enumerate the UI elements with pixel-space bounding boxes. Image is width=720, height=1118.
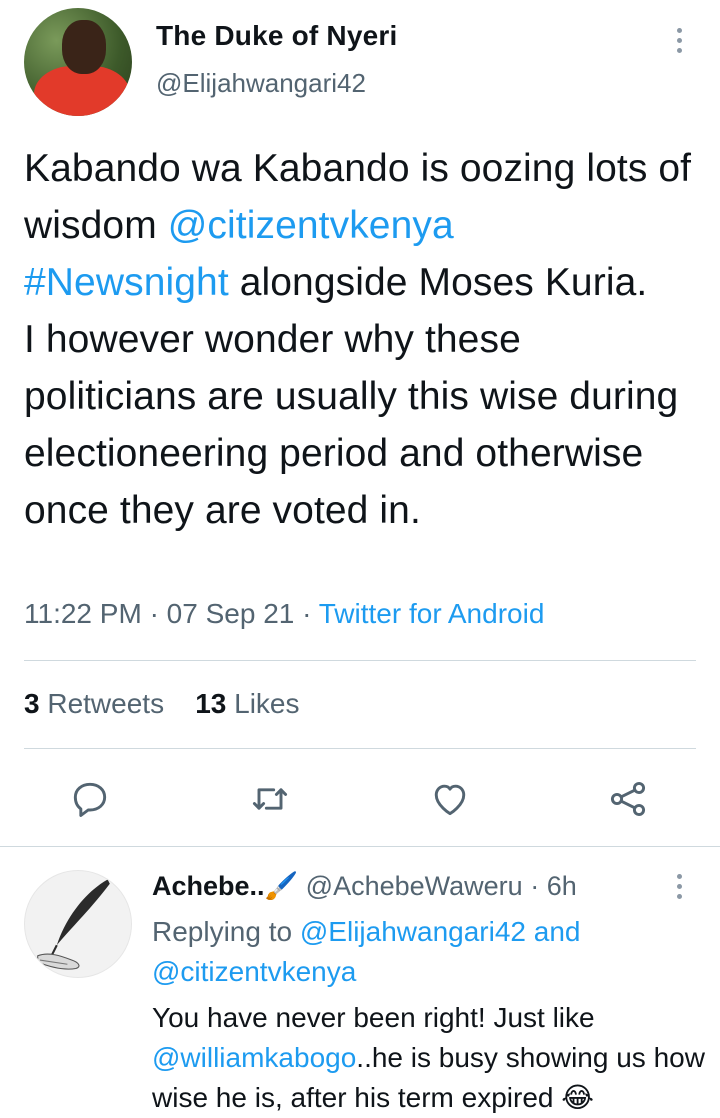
replying-to: Replying to @Elijahwangari42 and @citizen… bbox=[152, 912, 692, 992]
likes-count: 13 bbox=[195, 688, 227, 719]
retweets-stat[interactable]: 3 Retweets bbox=[24, 688, 164, 719]
replying-and: and bbox=[525, 916, 581, 947]
meta-separator: · bbox=[530, 871, 540, 901]
replying-mention[interactable]: @citizentvkenya bbox=[152, 956, 356, 987]
share-button[interactable] bbox=[606, 777, 650, 821]
retweets-label: Retweets bbox=[47, 688, 165, 719]
reply-icon bbox=[73, 782, 107, 817]
meta-separator: · bbox=[302, 598, 312, 629]
reply-age: 6h bbox=[546, 871, 577, 901]
retweet-button[interactable] bbox=[248, 777, 292, 821]
reply-author-name[interactable]: Achebe..🖌️ bbox=[152, 871, 298, 901]
author-avatar[interactable] bbox=[24, 8, 132, 116]
reply-text: You have never been right! Just like @wi… bbox=[152, 998, 712, 1118]
retweet-icon bbox=[252, 788, 288, 810]
section-divider bbox=[0, 846, 720, 847]
tweet-stats: 3 Retweets 13 Likes bbox=[24, 688, 300, 720]
retweets-count: 3 bbox=[24, 688, 40, 719]
mention-link[interactable]: @williamkabogo bbox=[152, 1042, 356, 1073]
heart-icon bbox=[434, 784, 466, 816]
reply-author-avatar[interactable] bbox=[24, 870, 132, 978]
share-icon bbox=[610, 781, 646, 817]
reply-header: Achebe..🖌️ @AchebeWaweru · 6h bbox=[152, 870, 577, 902]
mention-link[interactable]: @citizentvkenya bbox=[168, 204, 454, 247]
author-handle[interactable]: @Elijahwangari42 bbox=[156, 68, 366, 99]
tweet-source-link[interactable]: Twitter for Android bbox=[319, 598, 545, 629]
tweet-meta: 11:22 PM · 07 Sep 21 · Twitter for Andro… bbox=[24, 598, 544, 630]
divider bbox=[24, 748, 696, 749]
reply-author-handle[interactable]: @AchebeWaweru bbox=[306, 871, 523, 901]
author-name[interactable]: The Duke of Nyeri bbox=[156, 20, 397, 52]
tweet-date: 07 Sep 21 bbox=[166, 598, 295, 629]
likes-stat[interactable]: 13 Likes bbox=[195, 688, 299, 719]
reply-button[interactable] bbox=[68, 777, 112, 821]
hashtag-link[interactable]: #Newsnight bbox=[24, 261, 229, 304]
more-options-icon[interactable] bbox=[677, 28, 683, 58]
reply-text-part: You have never been right! Just like bbox=[152, 1002, 595, 1033]
quill-pen-icon bbox=[37, 879, 110, 970]
divider bbox=[24, 660, 696, 661]
tweet-text: Kabando wa Kabando is oozing lots of wis… bbox=[24, 140, 704, 539]
meta-separator: · bbox=[149, 598, 159, 629]
tweet-time: 11:22 PM bbox=[24, 598, 142, 629]
replying-mention[interactable]: @Elijahwangari42 bbox=[300, 916, 526, 947]
reply-more-options-icon[interactable] bbox=[677, 874, 683, 904]
like-button[interactable] bbox=[428, 777, 472, 821]
replying-prefix: Replying to bbox=[152, 916, 300, 947]
likes-label: Likes bbox=[234, 688, 300, 719]
